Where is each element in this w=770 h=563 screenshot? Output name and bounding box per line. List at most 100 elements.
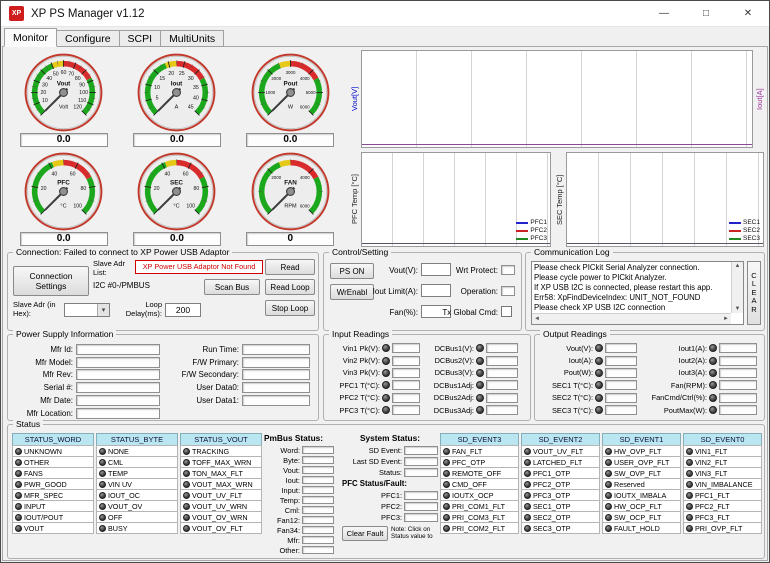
status-column: STATUS_BYTE NONE CM bbox=[96, 433, 178, 534]
stop-loop-button[interactable]: Stop Loop bbox=[265, 300, 315, 316]
pfc-status-value-box[interactable] bbox=[404, 513, 438, 522]
loop-delay-input[interactable] bbox=[165, 303, 201, 317]
connection-settings-button[interactable]: Connection Settings bbox=[13, 266, 89, 296]
field-value-box bbox=[76, 408, 160, 419]
svg-text:50: 50 bbox=[53, 72, 59, 78]
status-led-icon bbox=[686, 525, 693, 532]
reading-row: PFC3 T(°C): bbox=[328, 404, 420, 416]
status-item-label: MFR_SPEC bbox=[24, 491, 63, 500]
psu-info-group-title: Power Supply Information bbox=[13, 329, 116, 339]
status-led-icon bbox=[15, 492, 22, 499]
scroll-down-icon[interactable]: ▼ bbox=[735, 306, 741, 312]
system-status-value-box[interactable] bbox=[404, 457, 438, 466]
svg-text:60: 60 bbox=[183, 171, 189, 177]
communication-log-text[interactable]: Please check PICkit Serial Analyzer conn… bbox=[534, 263, 730, 312]
iout-axis-label: Iout[A] bbox=[754, 49, 765, 149]
scroll-up-icon[interactable]: ▲ bbox=[735, 263, 741, 269]
status-item-label: USER_OVP_FLT bbox=[614, 458, 669, 467]
field-label: Mfr Date: bbox=[12, 396, 76, 405]
vout-set-input[interactable] bbox=[421, 263, 451, 276]
gauge: 51015202530354045IoutA 0.0 bbox=[120, 51, 233, 150]
vout-iout-plot-area bbox=[361, 50, 753, 148]
gauge-value-display: 0.0 bbox=[246, 133, 334, 147]
status-led-icon bbox=[524, 481, 531, 488]
system-status-value-box[interactable] bbox=[404, 468, 438, 477]
psu-info-row: F/W Primary: bbox=[164, 356, 310, 369]
status-word-columns: STATUS_WORD UNKNOWN bbox=[12, 433, 262, 534]
clear-fault-button[interactable]: Clear Fault bbox=[342, 526, 388, 541]
reading-label: PoutMax(W): bbox=[641, 406, 707, 415]
read-button[interactable]: Read bbox=[265, 259, 315, 275]
status-item-label: HW_OVP_FLT bbox=[614, 447, 661, 456]
scroll-right-icon[interactable]: ► bbox=[723, 316, 729, 322]
pfc-status-value-box[interactable] bbox=[404, 491, 438, 500]
pmbus-row: Other: bbox=[264, 545, 340, 555]
status-led-icon bbox=[476, 357, 484, 365]
tab[interactable]: Configure bbox=[56, 30, 120, 47]
svg-text:20: 20 bbox=[154, 186, 160, 192]
psu-info-row: Mfr Model: bbox=[12, 356, 160, 369]
close-button[interactable]: ✕ bbox=[727, 1, 769, 26]
legend-entry: SEC2 bbox=[729, 227, 760, 235]
tx-global-cmd-checkbox[interactable] bbox=[501, 306, 512, 317]
status-item-label: PFC3_FLT bbox=[695, 513, 730, 522]
dropdown-arrow-icon[interactable]: ▾ bbox=[97, 304, 109, 316]
sec-temp-chart: SEC Temp [°C] SEC1 SEC2 bbox=[554, 151, 765, 248]
reading-label: DCBus3Adj: bbox=[424, 406, 474, 415]
tab[interactable]: MultiUnits bbox=[160, 30, 224, 47]
pmbus-row-label: Iout: bbox=[264, 476, 302, 485]
pmbus-value-box bbox=[302, 506, 334, 514]
status-item-label: IOUT/POUT bbox=[24, 513, 63, 522]
legend-line-swatch bbox=[516, 230, 528, 232]
system-status-value-box[interactable] bbox=[404, 446, 438, 455]
legend-label: PFC2 bbox=[530, 227, 547, 235]
tab[interactable]: Monitor bbox=[4, 28, 57, 47]
log-line: Please check XP USB I2C connection bbox=[534, 303, 730, 312]
maximize-button[interactable]: □ bbox=[685, 1, 727, 26]
pmbus-row: Cml: bbox=[264, 505, 340, 515]
reading-value-box bbox=[605, 380, 637, 390]
gauge: 100020003000400050006000PoutW 0.0 bbox=[234, 51, 347, 150]
status-item-label: HW_OCP_FLT bbox=[614, 502, 662, 511]
scan-bus-button[interactable]: Scan Bus bbox=[204, 279, 260, 295]
tab[interactable]: SCPI bbox=[119, 30, 162, 47]
scroll-left-icon[interactable]: ◄ bbox=[534, 316, 540, 322]
status-led-icon bbox=[99, 514, 106, 521]
pmbus-value-box bbox=[302, 526, 334, 534]
status-item-label: PFC1_FLT bbox=[695, 491, 730, 500]
reading-row: FanCmd/Ctrl(%): bbox=[641, 392, 757, 404]
reading-label: Iout3(A): bbox=[641, 368, 707, 377]
ps-on-button[interactable]: PS ON bbox=[330, 263, 374, 279]
clear-log-button[interactable]: CLEAR bbox=[747, 261, 761, 325]
status-column: STATUS_VOUT TRACKING bbox=[180, 433, 262, 534]
psu-info-row: Serial #: bbox=[12, 381, 160, 394]
status-led-icon bbox=[15, 470, 22, 477]
status-led-icon bbox=[99, 492, 106, 499]
status-item-label: SW_OVP_FLT bbox=[614, 469, 661, 478]
communication-log-box[interactable]: Please check PICkit Serial Analyzer conn… bbox=[531, 261, 744, 325]
status-led-icon bbox=[595, 394, 603, 402]
vertical-scrollbar[interactable]: ▲ ▼ bbox=[731, 262, 743, 313]
slave-adr-dropdown[interactable]: ▾ bbox=[64, 303, 110, 317]
svg-text:5: 5 bbox=[156, 95, 159, 101]
pmbus-row-label: Vout: bbox=[264, 466, 302, 475]
pfc-status-value-box[interactable] bbox=[404, 502, 438, 511]
status-led-icon bbox=[15, 514, 22, 521]
horizontal-scrollbar[interactable]: ◄ ► bbox=[532, 313, 731, 324]
svg-text:Iout: Iout bbox=[171, 80, 183, 87]
reading-label: SEC2 T(°C): bbox=[539, 393, 593, 402]
status-item-label: TON_MAX_FLT bbox=[192, 469, 243, 478]
iout-limit-input[interactable] bbox=[421, 284, 451, 297]
read-loop-button[interactable]: Read Loop bbox=[265, 279, 315, 295]
reading-row: Iout(A): bbox=[539, 354, 637, 366]
pmbus-row: Fan12: bbox=[264, 515, 340, 525]
status-body: STATUS_WORD UNKNOWN bbox=[12, 433, 761, 555]
reading-row: PoutMax(W): bbox=[641, 404, 757, 416]
reading-row: DCBus3(V): bbox=[424, 367, 518, 379]
system-row-label: SD Event: bbox=[342, 446, 404, 455]
status-item-label: REMOTE_OFF bbox=[452, 469, 501, 478]
status-column: STATUS_WORD UNKNOWN bbox=[12, 433, 94, 534]
status-led-icon bbox=[709, 369, 717, 377]
minimize-button[interactable]: — bbox=[643, 1, 685, 26]
pfc-row-label: PFC3: bbox=[342, 513, 404, 522]
